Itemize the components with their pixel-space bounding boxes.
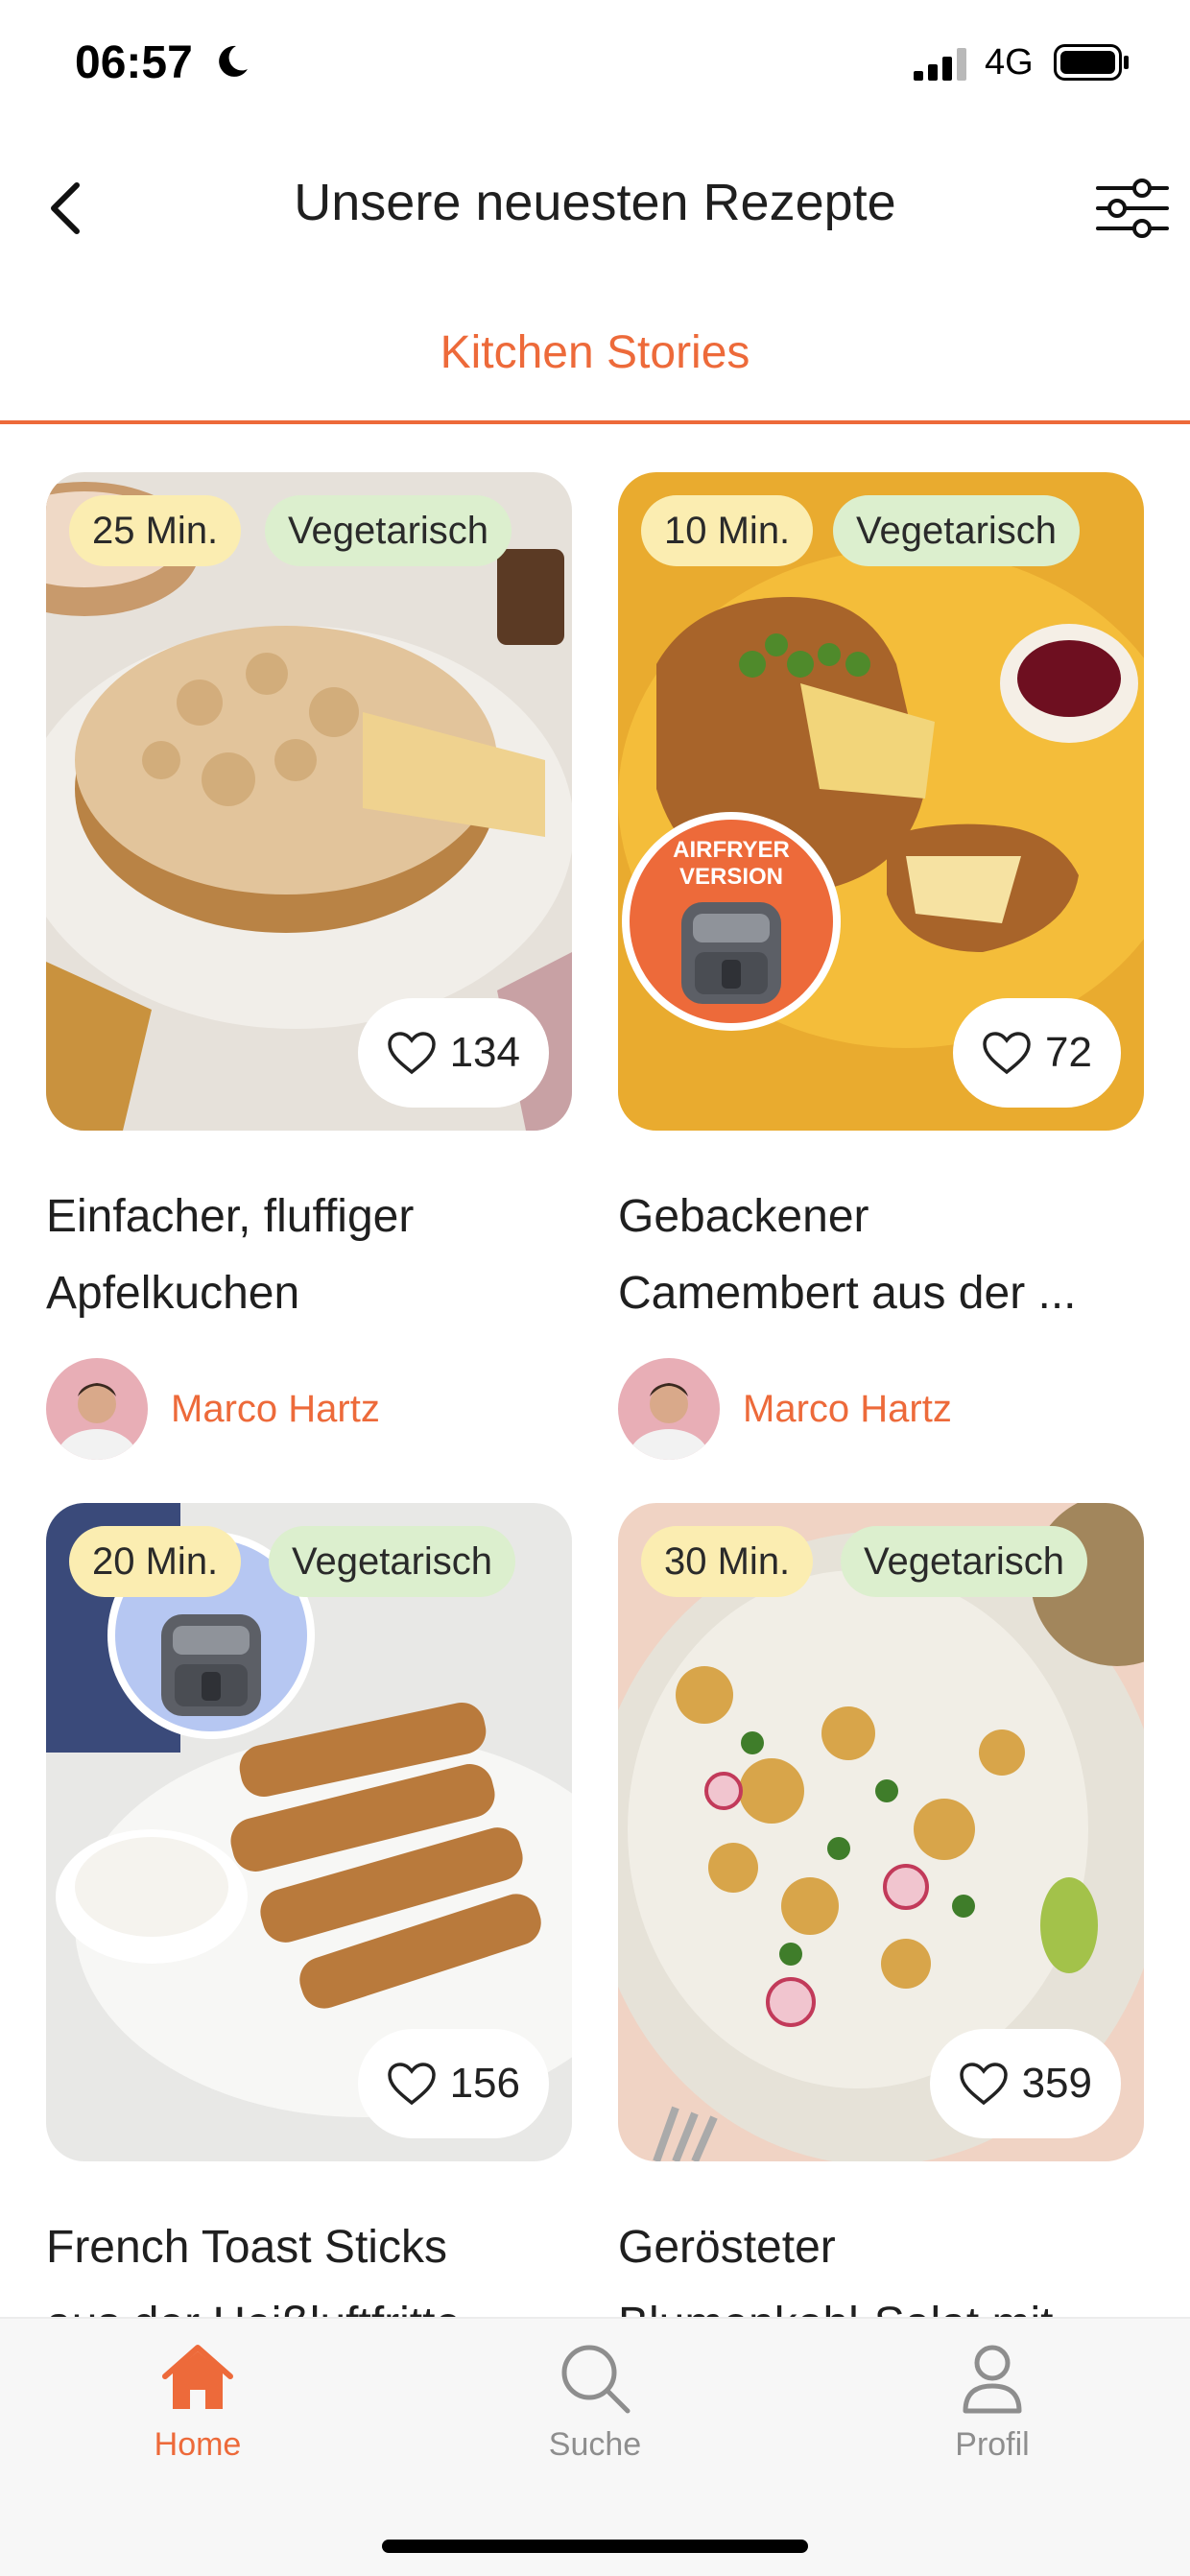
like-count: 156 [449,2060,520,2107]
network-type: 4G [985,42,1034,83]
author-name[interactable]: Marco Hartz [171,1388,380,1431]
search-icon [561,2345,631,2414]
tab-kitchen-stories[interactable]: Kitchen Stories [0,326,1190,379]
nav-profile[interactable]: Profil [896,2340,1088,2464]
battery-icon [1054,44,1129,81]
nav-label-home: Home [154,2426,242,2463]
nav-label-search: Suche [548,2426,642,2463]
home-indicator[interactable] [382,2540,808,2553]
avatar [46,1358,148,1460]
signal-icon [914,48,966,81]
profile-icon [963,2345,1022,2414]
filter-icon[interactable] [1094,175,1171,242]
moon-icon [219,45,248,77]
like-count: 134 [449,1029,520,1076]
like-button[interactable]: 156 [357,2029,549,2138]
recipe-image[interactable]: 10 Min. Vegetarisch AIRFRYER VERSION 72 [618,472,1144,1131]
tag-pill: Vegetarisch [269,1526,516,1597]
recipe-title[interactable]: Gebackener Camembert aus der ... [618,1179,1155,1332]
heart-icon [387,1032,436,1075]
recipe-card[interactable]: 10 Min. Vegetarisch AIRFRYER VERSION 72 … [618,472,1144,1461]
tag-pill: Vegetarisch [841,1526,1088,1597]
nav-search[interactable]: Suche [499,2340,691,2464]
nav-home[interactable]: Home [102,2340,294,2464]
time-pill: 20 Min. [69,1526,242,1597]
airfryer-badge: AIRFRYER VERSION [618,808,845,1035]
recipe-image[interactable]: 25 Min. Vegetarisch 134 [46,472,572,1131]
heart-icon [959,2063,1008,2106]
author[interactable]: Marco Hartz [618,1357,1144,1461]
recipe-image[interactable]: 20 Min. Vegetarisch 156 [46,1503,572,2161]
recipe-card[interactable]: 30 Min. Vegetarisch 359 Gerösteter Blume… [618,1503,1144,2363]
tag-pill: Vegetarisch [833,495,1081,566]
bottom-nav: Home Suche Profil [0,2317,1190,2576]
time-pill: 10 Min. [641,495,814,566]
heart-icon [983,1032,1031,1075]
like-button[interactable]: 72 [953,998,1121,1108]
time-pill: 25 Min. [69,495,242,566]
home-icon [162,2345,233,2409]
page-title: Unsere neuesten Rezepte [294,174,896,231]
author[interactable]: Marco Hartz [46,1357,572,1461]
tab-bar: Kitchen Stories [0,307,1190,424]
status-bar: 06:57 4G [0,0,1190,134]
like-count: 72 [1045,1029,1092,1076]
recipe-card[interactable]: 20 Min. Vegetarisch 156 French Toast Sti… [46,1503,572,2363]
badge-line2: VERSION [678,864,784,890]
badge-line1: AIRFRYER [673,837,790,863]
like-button[interactable]: 359 [929,2029,1121,2138]
time-pill: 30 Min. [641,1526,814,1597]
recipe-card[interactable]: 25 Min. Vegetarisch 134 Einfacher, fluff… [46,472,572,1461]
tag-pill: Vegetarisch [265,495,512,566]
recipe-image[interactable]: 30 Min. Vegetarisch 359 [618,1503,1144,2161]
author-name[interactable]: Marco Hartz [743,1388,952,1431]
like-count: 359 [1021,2060,1092,2107]
avatar [618,1358,720,1460]
like-button[interactable]: 134 [357,998,549,1108]
status-time: 06:57 [75,37,193,88]
nav-label-profile: Profil [955,2426,1030,2463]
header: Unsere neuesten Rezepte [0,154,1190,259]
heart-icon [387,2063,436,2106]
recipe-title[interactable]: Einfacher, fluffiger Apfelkuchen [46,1179,583,1332]
